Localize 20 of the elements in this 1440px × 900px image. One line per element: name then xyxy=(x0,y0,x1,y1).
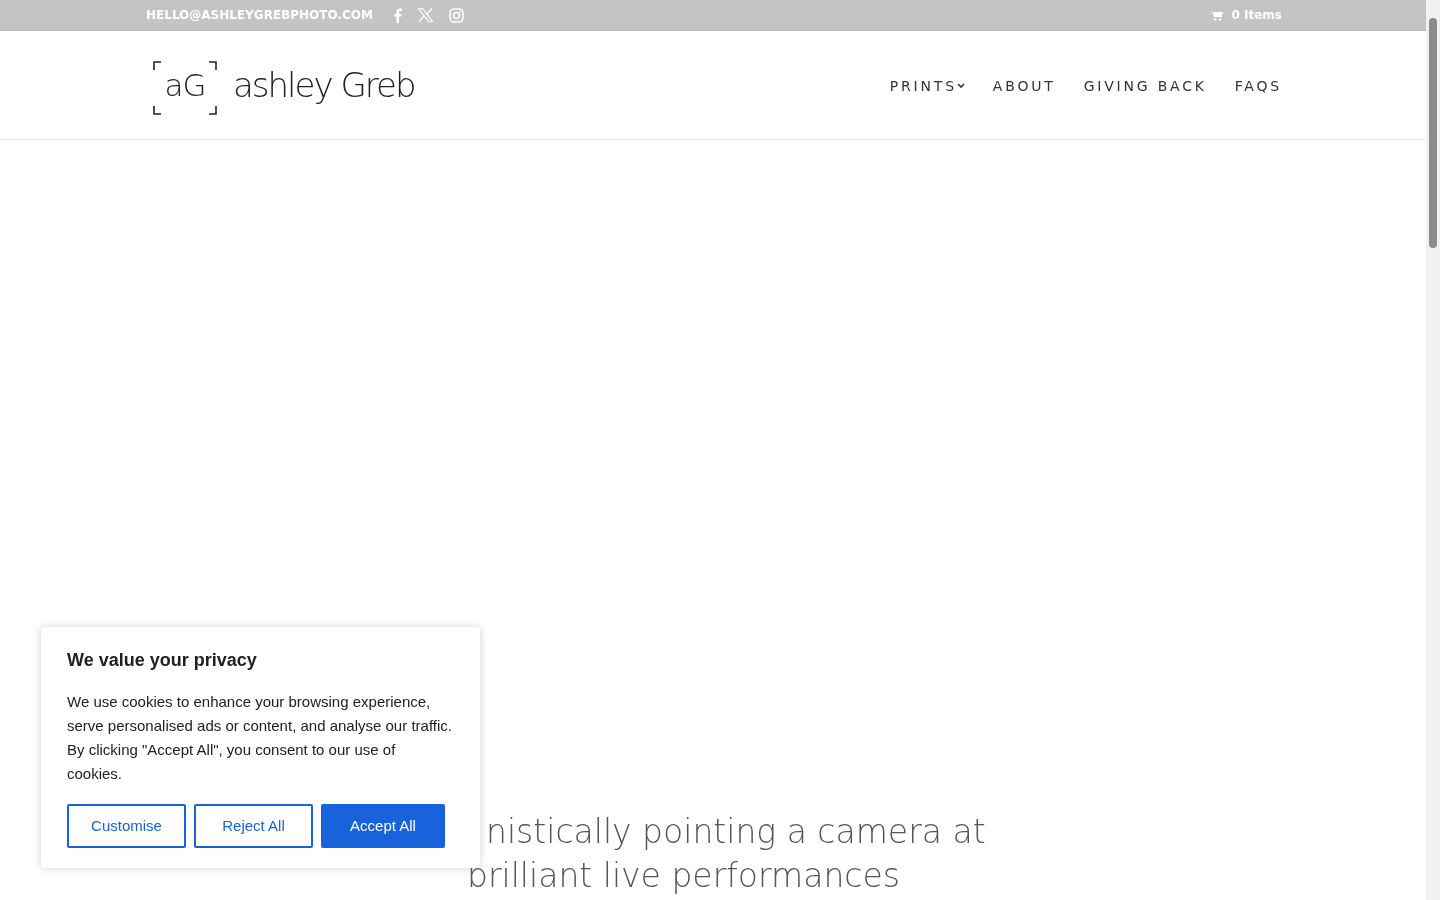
banner-text: We use cookies to enhance your browsing experience, serve personalised ads or content, and analyse our traffic. By clicking "Accept All", you consent to our use of cookies. xyxy=(67,692,453,784)
nav-link[interactable]: FAQS xyxy=(1234,75,1282,97)
hero-heading: nistically pointing a camera at xyxy=(486,811,986,853)
cookie-button[interactable]: Accept All xyxy=(321,804,445,848)
cart-icon[interactable] xyxy=(1210,9,1224,21)
cookie-button[interactable]: Customise xyxy=(67,804,186,848)
corner-brackets-icon xyxy=(153,60,217,115)
logo-text[interactable]: ashley Greb xyxy=(233,68,415,102)
nav-link[interactable]: ABOUT xyxy=(992,75,1056,97)
scrollbar[interactable] xyxy=(1426,0,1440,900)
x-icon[interactable] xyxy=(417,8,433,22)
nav-link[interactable]: GIVING BACK xyxy=(1083,75,1207,97)
banner-title: We value your privacy xyxy=(67,649,258,672)
scrollbar-thumb[interactable] xyxy=(1429,18,1437,248)
nav-link[interactable]: PRINTS xyxy=(889,75,965,97)
facebook-icon[interactable] xyxy=(392,7,402,23)
instagram-icon[interactable] xyxy=(448,7,464,23)
cookie-button[interactable]: Reject All xyxy=(194,804,313,848)
hero-heading: brilliant live performances xyxy=(467,855,900,897)
logo-monogram: aG xyxy=(164,69,206,101)
